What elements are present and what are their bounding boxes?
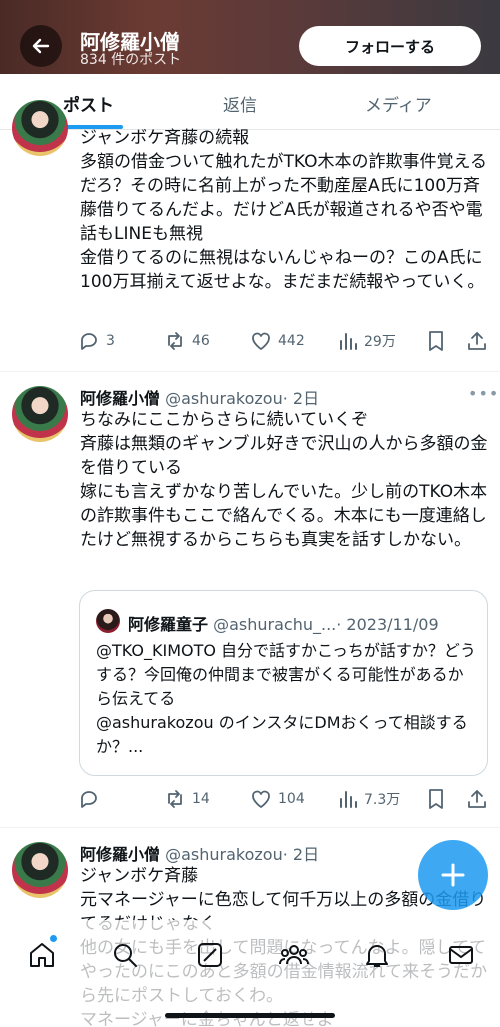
quoted-text: @TKO_KIMOTO 自分で話すかこっちが話すか？どうする？今回俺の仲間まで被… <box>96 641 476 756</box>
views-button[interactable]: 29万 <box>338 330 396 352</box>
quoted-author-handle: @ashurachu_... <box>213 615 337 634</box>
notification-dot <box>50 935 57 942</box>
bookmark-button[interactable] <box>426 788 446 810</box>
nav-messages[interactable] <box>446 940 476 974</box>
tab-replies[interactable]: 返信 <box>223 91 257 116</box>
plus-icon <box>441 863 465 887</box>
grok-icon <box>198 943 222 967</box>
post-text: ちなみにここからさらに続いていくぞ 斉藤は無類のギャンブル好きで沢山の人から多額… <box>80 410 488 550</box>
post-item[interactable]: ジャンボケ斉藤の続報 多額の借金ついて触れたがTKO木本の詐欺事件覚えるだろ？そ… <box>0 100 500 372</box>
quoted-author-name: 阿修羅童子 <box>128 615 209 634</box>
arrow-left-icon <box>32 38 50 54</box>
profile-tabs: ポスト 返信 メディア <box>0 74 500 130</box>
share-button[interactable] <box>466 330 488 352</box>
post-time: · 2日 <box>282 845 320 864</box>
quoted-post[interactable]: 阿修羅童子 @ashurachu_...· 2023/11/09 @TKO_KI… <box>79 590 488 776</box>
home-icon <box>30 943 54 967</box>
post-actions: 3 46 442 29万 <box>78 330 490 356</box>
share-button[interactable] <box>466 788 488 810</box>
author-handle: @ashurakozou <box>165 389 283 408</box>
reply-icon <box>81 333 97 350</box>
messages-icon <box>449 946 473 964</box>
nav-communities[interactable] <box>278 940 310 974</box>
views-count: 29万 <box>364 334 396 350</box>
reply-count: 3 <box>106 333 115 349</box>
avatar[interactable] <box>12 386 68 442</box>
repost-icon <box>168 332 182 350</box>
post-meta: 阿修羅小僧 @ashurakozou· 2日 <box>80 385 319 409</box>
author-handle: @ashurakozou <box>165 845 283 864</box>
author-name: 阿修羅小僧 <box>80 389 161 408</box>
repost-count: 46 <box>192 333 210 349</box>
views-icon <box>340 791 357 808</box>
post-time: · 2日 <box>282 389 320 408</box>
post-count: 834 件のポスト <box>80 52 182 68</box>
notifications-icon <box>366 945 388 967</box>
share-icon <box>468 790 486 808</box>
post-text: ジャンボケ斉藤の続報 多額の借金ついて触れたがTKO木本の詐欺事件覚えるだろ？そ… <box>80 128 487 292</box>
home-indicator <box>165 1013 335 1018</box>
more-dots-icon: ••• <box>468 384 500 403</box>
back-button[interactable] <box>20 25 62 67</box>
tab-media[interactable]: メディア <box>365 91 432 116</box>
like-count: 442 <box>278 333 305 349</box>
repost-icon <box>168 790 182 808</box>
nav-grok[interactable] <box>195 940 225 974</box>
like-button[interactable]: 104 <box>250 788 305 810</box>
profile-header: 阿修羅小僧 834 件のポスト フォローする <box>0 0 500 74</box>
views-count: 7.3万 <box>364 792 401 808</box>
views-icon <box>340 333 357 350</box>
reply-button[interactable]: 3 <box>78 330 115 352</box>
views-button[interactable]: 7.3万 <box>338 788 400 810</box>
like-button[interactable]: 442 <box>250 330 305 352</box>
post-actions: 14 104 7.3万 <box>78 788 490 814</box>
follow-button[interactable]: フォローする <box>299 26 481 66</box>
quoted-meta: 阿修羅童子 @ashurachu_...· 2023/11/09 <box>128 611 439 635</box>
tab-posts[interactable]: ポスト <box>63 91 114 116</box>
quoted-avatar <box>96 609 120 633</box>
bookmark-icon <box>429 331 443 351</box>
bookmark-button[interactable] <box>426 330 446 352</box>
reply-icon <box>81 791 97 808</box>
like-count: 104 <box>278 791 305 807</box>
compose-button[interactable] <box>418 840 488 910</box>
repost-button[interactable]: 14 <box>164 788 210 810</box>
author-name: 阿修羅小僧 <box>80 845 161 864</box>
repost-count: 14 <box>192 791 210 807</box>
bookmark-icon <box>429 789 443 809</box>
avatar[interactable] <box>12 100 68 156</box>
communities-icon <box>279 945 309 965</box>
nav-search[interactable] <box>110 940 140 974</box>
heart-icon <box>252 790 270 808</box>
heart-icon <box>252 332 270 350</box>
quoted-date: · 2023/11/09 <box>336 615 439 634</box>
search-icon <box>114 944 137 967</box>
share-icon <box>468 332 486 350</box>
more-button[interactable]: ••• <box>468 384 499 403</box>
avatar[interactable] <box>12 842 68 898</box>
reply-button[interactable] <box>78 788 106 810</box>
repost-button[interactable]: 46 <box>164 330 210 352</box>
nav-home[interactable] <box>27 940 57 974</box>
post-meta: 阿修羅小僧 @ashurakozou· 2日 <box>80 841 319 865</box>
bottom-navigation <box>0 920 500 1027</box>
nav-notifications[interactable] <box>362 940 392 974</box>
